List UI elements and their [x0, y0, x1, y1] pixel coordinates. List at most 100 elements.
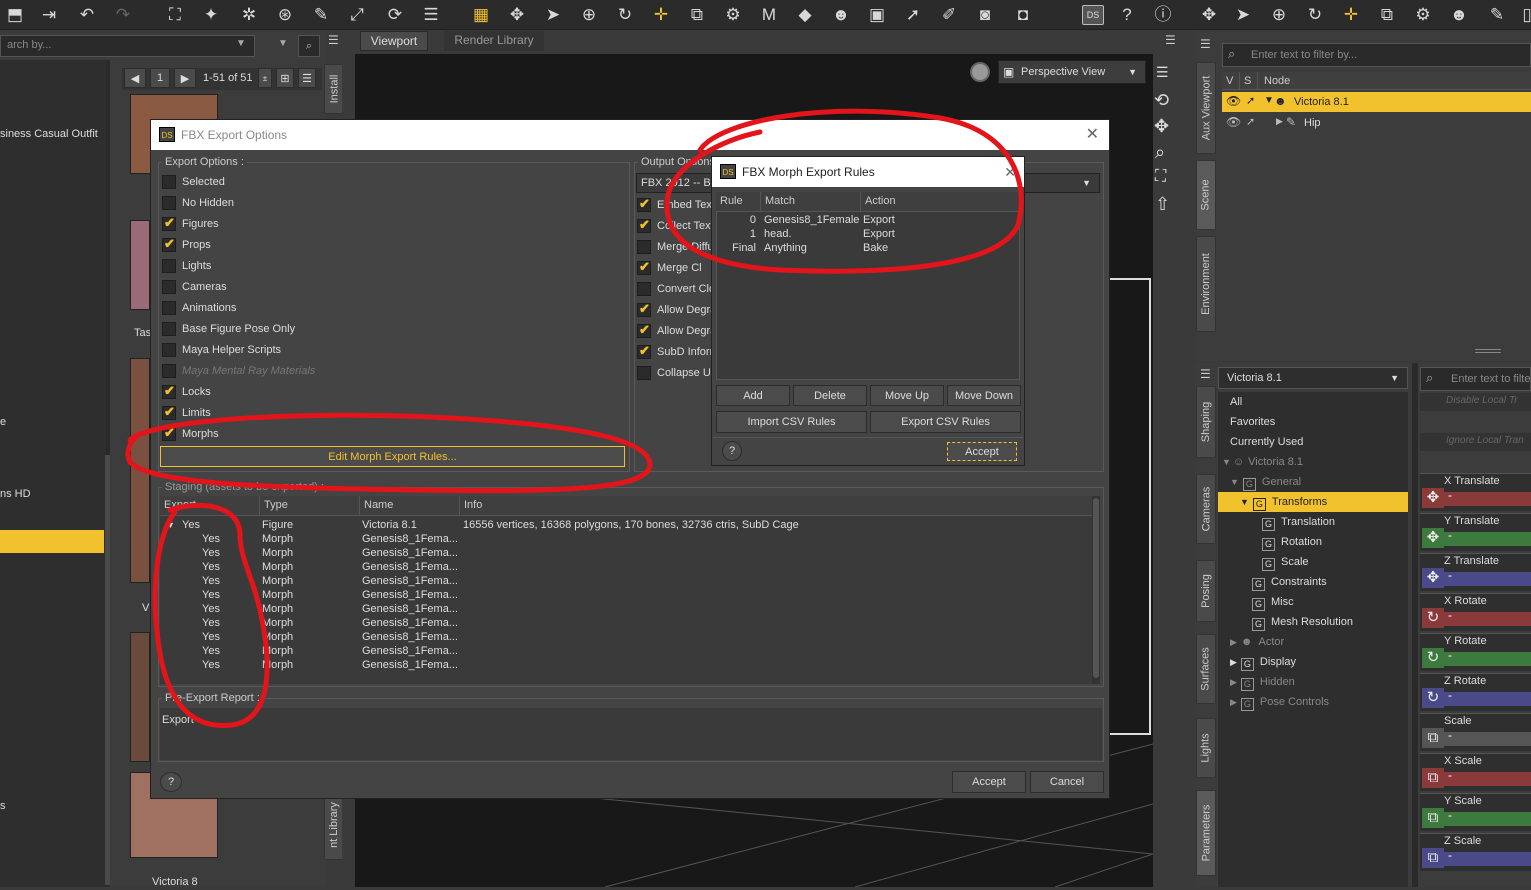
tab-surfaces[interactable]: Surfaces	[1196, 634, 1216, 704]
slider-track[interactable]	[1444, 652, 1531, 666]
whats-this-icon[interactable]: ?	[1116, 4, 1138, 26]
expand-arrow-icon[interactable]: ▶	[1230, 657, 1237, 667]
slider-track[interactable]	[1444, 692, 1531, 706]
param-slider[interactable]: X Translate ✥ -	[1420, 473, 1531, 511]
checkbox[interactable]	[637, 217, 651, 233]
tab-viewport[interactable]: Viewport	[360, 31, 428, 51]
fbx-accept-button[interactable]: Accept	[952, 771, 1026, 793]
universal-tool-icon[interactable]: ✥	[1198, 4, 1220, 26]
library-search-icon[interactable]: ⌕	[298, 35, 320, 57]
checkbox[interactable]	[162, 236, 176, 252]
scene-resize-handle[interactable]	[1475, 349, 1501, 353]
checkbox[interactable]	[637, 240, 651, 254]
decrement-icon[interactable]: -	[1448, 608, 1452, 622]
tree-item-favorites[interactable]: Favorites	[1218, 412, 1408, 432]
tab-posing[interactable]: Posing	[1196, 560, 1216, 622]
tab-install[interactable]: Install	[324, 64, 344, 114]
expand-arrow-icon[interactable]: ▶	[1276, 116, 1283, 127]
translate-tool-icon[interactable]: ✛	[1340, 4, 1362, 26]
col-selectable[interactable]: S	[1240, 72, 1258, 89]
grid-view-icon[interactable]: ⊞	[276, 68, 294, 88]
tree-item-mesh-resolution[interactable]: G Mesh Resolution	[1218, 612, 1408, 632]
checkbox[interactable]	[162, 175, 176, 189]
page-number[interactable]: 1	[150, 68, 170, 88]
checkbox[interactable]	[162, 322, 176, 336]
param-slider[interactable]: Z Scale ⧉ -	[1420, 833, 1531, 871]
parameters-splitter[interactable]	[1412, 363, 1418, 887]
col-rule[interactable]: Rule	[716, 192, 761, 211]
category-item[interactable]: s	[0, 800, 6, 812]
table-row[interactable]: Yes Morph Genesis8_1Fema...	[160, 658, 1090, 672]
checkbox[interactable]	[637, 259, 651, 275]
fbx-cancel-button[interactable]: Cancel	[1030, 771, 1104, 793]
scene-node-hip[interactable]: 👁 ➚ ▶ ✎ Hip	[1222, 113, 1531, 133]
tree-item-rotation[interactable]: G Rotation	[1218, 532, 1408, 552]
export-option-maya-helper-scripts[interactable]: Maya Helper Scripts	[162, 341, 281, 359]
export-option-selected[interactable]: Selected	[162, 173, 225, 191]
perspective-view-select[interactable]: Perspective View ▼ ▣	[998, 60, 1146, 84]
decrement-icon[interactable]: -	[1448, 528, 1452, 542]
move-up-button[interactable]: Move Up	[870, 385, 944, 406]
export-option-cameras[interactable]: Cameras	[162, 278, 227, 296]
checkbox[interactable]	[637, 301, 651, 317]
slider-track[interactable]	[1444, 532, 1531, 546]
table-row[interactable]: Yes Morph Genesis8_1Fema...	[160, 546, 1090, 560]
expand-arrow-icon[interactable]: ▼	[166, 518, 175, 532]
surface-icon[interactable]: ◆	[794, 4, 816, 26]
rule-row[interactable]: 0 Genesis8_1Female. Export	[716, 213, 1016, 227]
table-row[interactable]: Yes Morph Genesis8_1Fema...	[160, 644, 1090, 658]
menu-lines-icon[interactable]: ☰	[420, 4, 442, 26]
tree-item-currently-used[interactable]: Currently Used	[1218, 432, 1408, 452]
spark-icon[interactable]: ✲	[238, 4, 260, 26]
scene-filter-input[interactable]: Enter text to filter by...	[1222, 43, 1531, 67]
category-item[interactable]: siness Casual Outfit	[0, 128, 98, 140]
viewport-menu-icon[interactable]: ☰	[328, 33, 344, 49]
tree-item-constraints[interactable]: G Constraints	[1218, 572, 1408, 592]
close-icon[interactable]: ✕	[1086, 120, 1099, 150]
rule-row[interactable]: Final Anything Bake	[716, 241, 1016, 255]
morph-accept-button[interactable]: Accept	[947, 442, 1017, 461]
decrement-icon[interactable]: -	[1448, 688, 1452, 702]
close-icon[interactable]: ✕	[1004, 157, 1016, 187]
slider-track[interactable]	[1444, 572, 1531, 586]
output-option[interactable]: Allow Degra	[637, 301, 716, 319]
checkbox[interactable]	[162, 343, 176, 357]
param-slider[interactable]: X Rotate ↻ -	[1420, 593, 1531, 631]
orbit-view-icon[interactable]: ⟲	[1154, 90, 1169, 111]
checkbox[interactable]	[162, 383, 176, 399]
redo-icon[interactable]: ↷	[112, 4, 134, 26]
tab-parameters[interactable]: Parameters	[1196, 790, 1216, 876]
node-select-icon[interactable]: ➤	[1232, 4, 1254, 26]
library-search-dropdown-icon[interactable]: ▼	[236, 38, 246, 49]
table-row[interactable]: Yes Morph Genesis8_1Fema...	[160, 588, 1090, 602]
tab-lights[interactable]: Lights	[1196, 718, 1216, 778]
frame-view-icon[interactable]: ⛶	[1155, 168, 1166, 186]
spin-icon[interactable]: ⟳	[384, 4, 406, 26]
grid-icon[interactable]: ▦	[470, 4, 492, 26]
fbx-help-button[interactable]: ?	[160, 772, 182, 792]
category-item[interactable]: ns HD	[0, 488, 31, 500]
param-slider[interactable]: Y Rotate ↻ -	[1420, 633, 1531, 671]
checkbox[interactable]	[637, 282, 651, 296]
checkbox[interactable]	[162, 280, 176, 294]
dial-icon[interactable]: ⊛	[274, 4, 296, 26]
edit-morph-rules-button[interactable]: Edit Morph Export Rules...	[160, 446, 625, 467]
param-slider[interactable]: Z Rotate ↻ -	[1420, 673, 1531, 711]
scene-menu-icon[interactable]: ☰	[1200, 37, 1211, 51]
decrement-icon[interactable]: -	[1448, 488, 1452, 502]
select-arrow-icon[interactable]: ➚	[1246, 94, 1255, 107]
slider-track[interactable]	[1444, 492, 1531, 506]
extra-tool-icon[interactable]: ▯	[1516, 4, 1531, 26]
orbit-icon[interactable]: ⊕	[578, 4, 600, 26]
scale-tool-icon[interactable]: ⧉	[1376, 4, 1398, 26]
staging-scroll-thumb[interactable]	[1093, 498, 1099, 678]
asset-thumbnail[interactable]	[130, 358, 150, 583]
ignore-local-option[interactable]: Ignore Local Tran	[1420, 433, 1531, 451]
checkbox[interactable]	[162, 259, 176, 273]
col-match[interactable]: Match	[761, 192, 861, 211]
thumb-size-stepper[interactable]: ±	[258, 68, 272, 88]
export-option-animations[interactable]: Animations	[162, 299, 236, 317]
rotate-tool-icon[interactable]: ↻	[1304, 4, 1326, 26]
table-row[interactable]: Yes Morph Genesis8_1Fema...	[160, 532, 1090, 546]
table-row[interactable]: Yes Morph Genesis8_1Fema...	[160, 574, 1090, 588]
